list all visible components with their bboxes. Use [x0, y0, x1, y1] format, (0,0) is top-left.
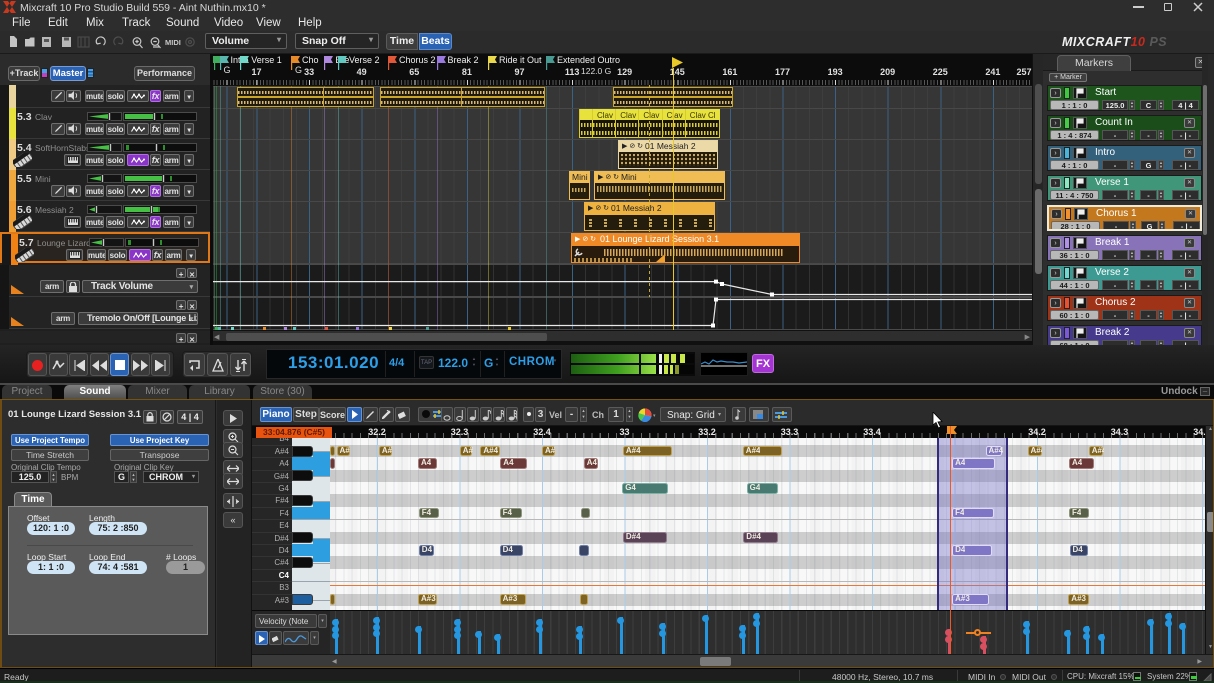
svg-text:MIDI: MIDI — [165, 38, 181, 47]
